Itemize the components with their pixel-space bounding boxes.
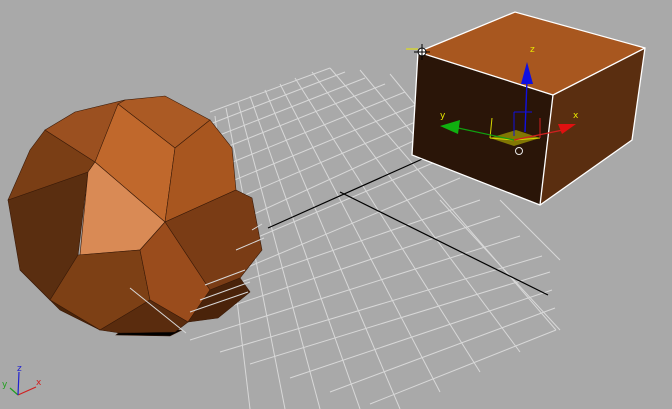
tripod-y-label: y (2, 380, 8, 390)
perspective-viewport[interactable]: y x z z y x (0, 0, 672, 409)
tripod-x-label: x (36, 378, 42, 388)
gizmo-x-label: x (573, 111, 579, 121)
tripod-z-label: z (17, 364, 22, 374)
box-object[interactable] (412, 12, 645, 205)
view-axis-tripod: z y x (2, 364, 42, 396)
gizmo-y-label: y (440, 111, 446, 121)
gizmo-z-label: z (530, 45, 535, 55)
